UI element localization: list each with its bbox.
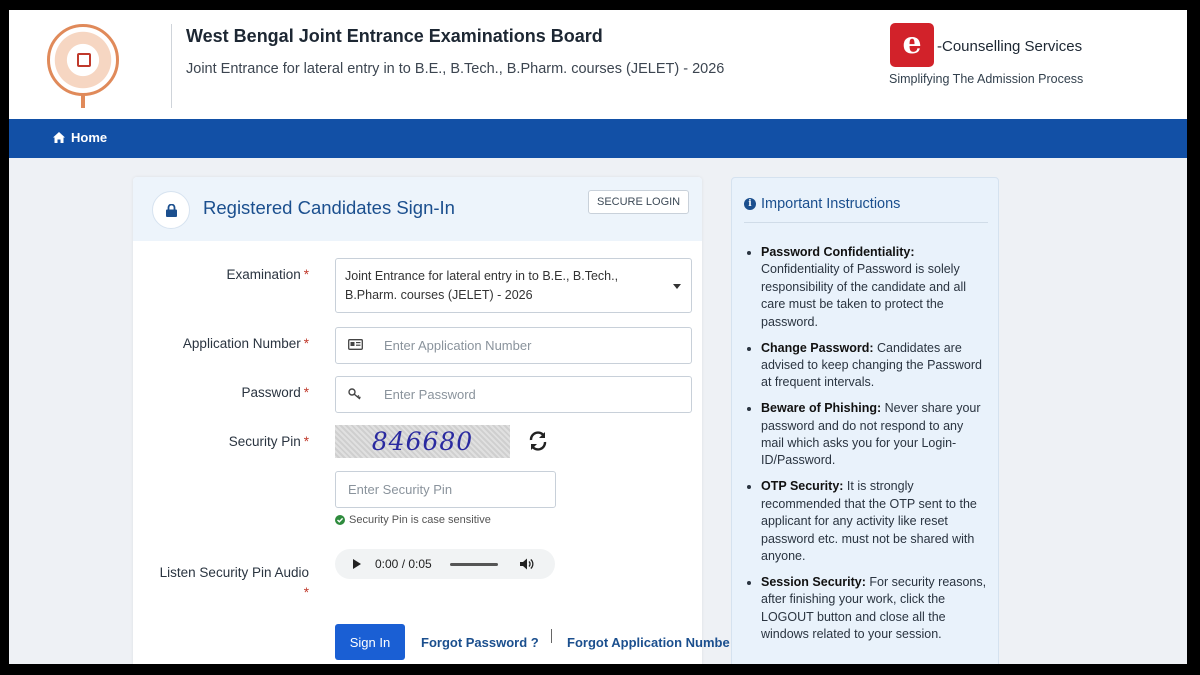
- check-circle-icon: [335, 515, 345, 525]
- instruction-heading: OTP Security:: [761, 479, 844, 494]
- required-marker: *: [303, 336, 309, 351]
- lock-badge: [152, 191, 190, 229]
- home-icon: [53, 132, 65, 143]
- ecounselling-logo-icon: e: [890, 23, 934, 67]
- required-marker: *: [303, 434, 309, 449]
- captcha-image: 846680: [335, 425, 510, 458]
- org-name: West Bengal Joint Entrance Examinations …: [186, 26, 603, 46]
- examination-selected-value: Joint Entrance for lateral entry in to B…: [345, 269, 619, 302]
- caret-down-icon: [673, 284, 681, 289]
- logo-emblem: [77, 53, 91, 67]
- case-sensitive-hint: Security Pin is case sensitive: [335, 514, 491, 526]
- security-pin-placeholder: Enter Security Pin: [348, 482, 453, 497]
- examination-label: Examination *: [226, 267, 309, 282]
- security-pin-label: Security Pin *: [229, 434, 309, 449]
- application-number-label: Application Number *: [183, 336, 309, 351]
- wbjeeb-logo: [47, 24, 119, 96]
- application-number-label-text: Application Number: [182, 336, 301, 351]
- application-number-placeholder: Enter Application Number: [384, 338, 532, 353]
- instruction-item: OTP Security: It is strongly recommended…: [761, 478, 989, 565]
- instructions-header: i Important Instructions: [744, 196, 988, 223]
- examination-label-text: Examination: [226, 267, 301, 282]
- password-input[interactable]: Enter Password: [335, 376, 692, 413]
- refresh-icon[interactable]: [527, 430, 549, 452]
- top-nav: Home: [9, 119, 1187, 158]
- examination-select[interactable]: Joint Entrance for lateral entry in to B…: [335, 258, 692, 313]
- instruction-item: Change Password: Candidates are advised …: [761, 340, 989, 392]
- sign-in-button[interactable]: Sign In: [335, 624, 405, 660]
- logo-stem: [81, 94, 85, 108]
- password-label: Password *: [241, 385, 309, 400]
- signin-title: Registered Candidates Sign-In: [203, 197, 455, 218]
- instruction-item: Password Confidentiality: Confidentialit…: [761, 244, 989, 331]
- ecounselling-tagline: Simplifying The Admission Process: [889, 72, 1084, 86]
- instruction-heading: Change Password:: [761, 340, 874, 355]
- audio-label-text: Listen Security Pin Audio: [159, 565, 309, 580]
- security-pin-label-text: Security Pin: [228, 434, 301, 449]
- audio-time: 0:00 / 0:05: [375, 557, 432, 571]
- required-marker: *: [303, 585, 309, 600]
- forgot-application-number-link[interactable]: Forgot Application Numbe: [567, 635, 730, 650]
- application-number-input[interactable]: Enter Application Number: [335, 327, 692, 364]
- security-pin-audio-player[interactable]: 0:00 / 0:05: [335, 549, 555, 579]
- audio-label: Listen Security Pin Audio *: [160, 563, 309, 603]
- signin-card: Registered Candidates Sign-In SECURE LOG…: [133, 177, 730, 664]
- header-divider: [171, 24, 172, 108]
- instruction-item: Session Security: For security reasons, …: [761, 574, 989, 644]
- audio-progress-bar[interactable]: [449, 562, 498, 566]
- info-icon: i: [744, 198, 756, 210]
- volume-icon[interactable]: [519, 558, 534, 570]
- site-header: West Bengal Joint Entrance Examinations …: [9, 10, 1187, 119]
- instruction-item: Beware of Phishing: Never share your pas…: [761, 400, 989, 470]
- instructions-panel: i Important Instructions Password Confid…: [731, 177, 999, 664]
- nav-home-link[interactable]: Home: [53, 130, 107, 145]
- required-marker: *: [303, 267, 309, 282]
- security-pin-input[interactable]: Enter Security Pin: [335, 471, 556, 508]
- secure-login-badge: SECURE LOGIN: [588, 190, 690, 214]
- instruction-heading: Session Security:: [761, 574, 866, 589]
- forgot-password-link[interactable]: Forgot Password ?: [421, 635, 539, 650]
- id-card-icon: [348, 339, 363, 350]
- ecounselling-name: -Counselling Services: [937, 38, 1083, 55]
- key-icon: [348, 388, 361, 400]
- instructions-title: Important Instructions: [761, 196, 901, 212]
- instruction-text: Confidentiality of Password is solely re…: [761, 262, 966, 329]
- page: West Bengal Joint Entrance Examinations …: [9, 10, 1187, 664]
- password-label-text: Password: [241, 385, 301, 400]
- nav-home-label: Home: [71, 130, 108, 145]
- play-icon[interactable]: [353, 559, 361, 569]
- password-placeholder: Enter Password: [384, 387, 476, 402]
- instruction-heading: Beware of Phishing:: [761, 401, 882, 416]
- signin-card-header: Registered Candidates Sign-In SECURE LOG…: [133, 177, 702, 241]
- required-marker: *: [303, 385, 309, 400]
- lock-icon: [165, 203, 177, 217]
- exam-subtitle: Joint Entrance for lateral entry in to B…: [186, 61, 725, 77]
- case-sensitive-hint-text: Security Pin is case sensitive: [349, 514, 491, 526]
- instruction-heading: Password Confidentiality:: [761, 245, 915, 259]
- instructions-list: Password Confidentiality: Confidentialit…: [761, 244, 989, 652]
- link-separator: [551, 629, 552, 643]
